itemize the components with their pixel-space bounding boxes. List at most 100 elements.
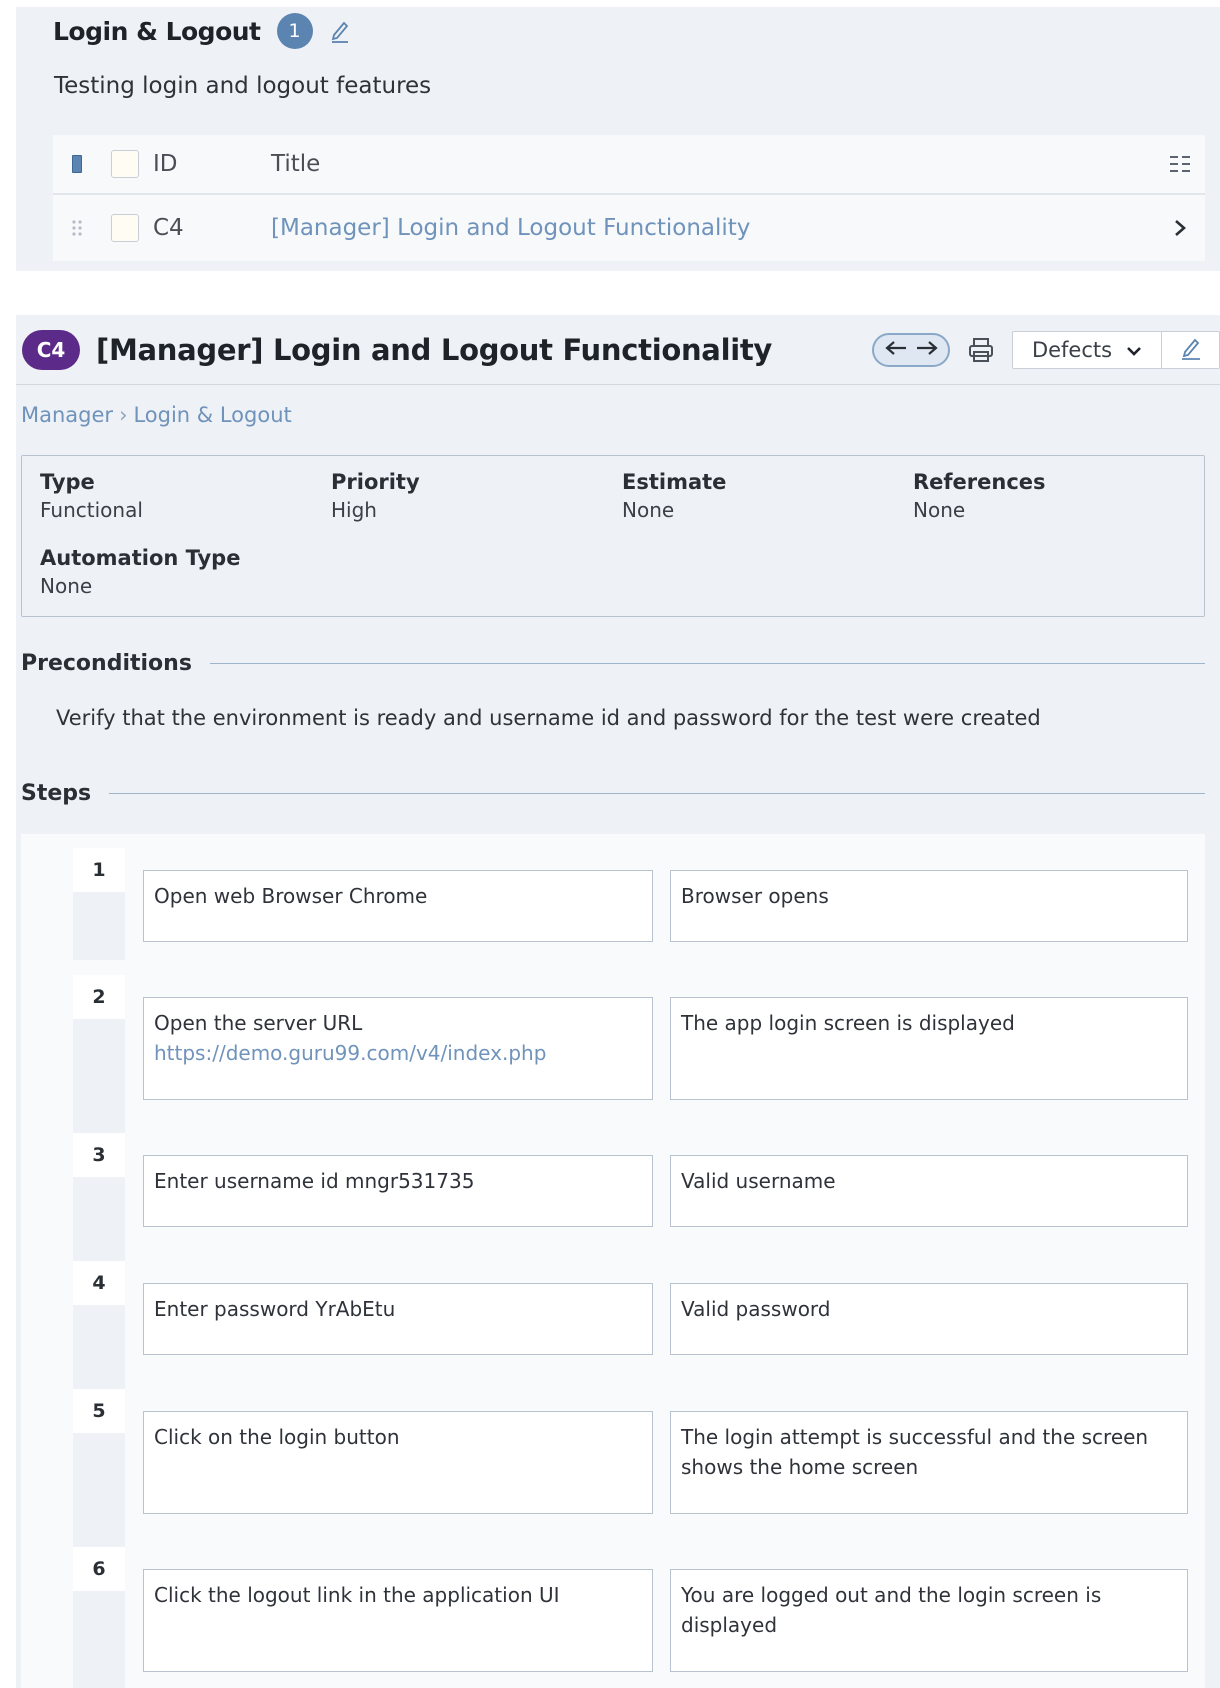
breadcrumb-item[interactable]: Manager xyxy=(21,403,113,427)
step-expected: The login attempt is successful and the … xyxy=(670,1411,1188,1514)
step-item: 6 Click the logout link in the applicati… xyxy=(73,1547,1205,1688)
row-checkbox[interactable] xyxy=(111,214,139,242)
case-detail-panel: C4 [Manager] Login and Logout Functional… xyxy=(16,315,1220,1688)
step-item: 2 Open the server URL https://demo.guru9… xyxy=(73,975,1205,1133)
field-value: High xyxy=(331,498,377,522)
breadcrumb-item[interactable]: Login & Logout xyxy=(133,403,291,427)
arrow-right-icon[interactable] xyxy=(915,339,939,361)
step-item: 3 Enter username id mngr531735 Valid use… xyxy=(73,1133,1205,1261)
case-fields: Type Functional Priority High Estimate N… xyxy=(21,455,1205,617)
step-expected-text: Valid username xyxy=(681,1169,836,1193)
print-icon[interactable] xyxy=(966,335,996,365)
step-number: 1 xyxy=(73,848,125,892)
header-actions: Defects xyxy=(872,331,1220,369)
field-label: Automation Type xyxy=(40,546,241,570)
case-id-badge: C4 xyxy=(22,329,80,370)
defects-label: Defects xyxy=(1031,338,1113,362)
step-action-text: Open web Browser Chrome xyxy=(154,884,428,908)
field-priority: Priority High xyxy=(331,470,420,522)
section-header: Login & Logout 1 xyxy=(53,11,351,51)
step-gutter xyxy=(73,1305,125,1389)
field-automation-type: Automation Type None xyxy=(40,546,240,598)
field-label: References xyxy=(913,470,1046,494)
section-description: Testing login and logout features xyxy=(54,73,432,99)
step-expected: Valid username xyxy=(670,1155,1188,1227)
step-gutter xyxy=(73,1019,125,1133)
step-gutter xyxy=(73,1177,125,1261)
step-action-text: Enter username id mngr531735 xyxy=(154,1169,475,1193)
field-estimate: Estimate None xyxy=(622,470,726,522)
step-number: 4 xyxy=(73,1261,125,1305)
divider xyxy=(109,793,1205,794)
chevron-right-icon[interactable] xyxy=(1155,218,1205,238)
breadcrumb: Manager › Login & Logout xyxy=(21,403,292,427)
step-expected-text: Valid password xyxy=(681,1297,831,1321)
step-expected: Valid password xyxy=(670,1283,1188,1355)
case-count-badge: 1 xyxy=(276,13,313,49)
step-expected-text: Browser opens xyxy=(681,884,829,908)
select-all-checkbox[interactable] xyxy=(111,150,139,178)
defects-dropdown[interactable]: Defects xyxy=(1012,331,1162,369)
table-row[interactable]: C4 [Manager] Login and Logout Functional… xyxy=(53,195,1205,261)
chevron-down-icon xyxy=(1126,338,1142,362)
step-gutter xyxy=(73,892,125,960)
field-value: None xyxy=(40,574,93,598)
row-id: C4 xyxy=(153,215,184,241)
column-settings-icon[interactable] xyxy=(1155,154,1205,174)
preconditions-label: Preconditions xyxy=(21,651,192,676)
field-label: Priority xyxy=(331,470,420,494)
field-type: Type Functional xyxy=(40,470,143,522)
step-action: Open web Browser Chrome xyxy=(143,870,653,942)
preconditions-text: Verify that the environment is ready and… xyxy=(56,706,1041,730)
step-url-link[interactable]: https://demo.guru99.com/v4/index.php xyxy=(154,1038,642,1068)
step-number: 2 xyxy=(73,975,125,1019)
step-expected-text: The app login screen is displayed xyxy=(681,1011,1015,1035)
pencil-icon[interactable] xyxy=(329,18,351,44)
section-panel: Login & Logout 1 Testing login and logou… xyxy=(16,7,1220,271)
column-header-id[interactable]: ID xyxy=(149,151,271,177)
field-value: None xyxy=(622,498,675,522)
drag-handle-icon[interactable] xyxy=(53,219,101,237)
step-number: 6 xyxy=(73,1547,125,1591)
step-item: 4 Enter password YrAbEtu Valid password xyxy=(73,1261,1205,1389)
field-references: References None xyxy=(913,470,1046,522)
field-value: Functional xyxy=(40,498,143,522)
step-expected: You are logged out and the login screen … xyxy=(670,1569,1188,1672)
step-number: 5 xyxy=(73,1389,125,1433)
step-action-text: Click the logout link in the application… xyxy=(154,1583,560,1607)
step-action: Click the logout link in the application… xyxy=(143,1569,653,1672)
row-title-link[interactable]: [Manager] Login and Logout Functionality xyxy=(271,215,1155,241)
step-action-text: Open the server URL xyxy=(154,1011,363,1035)
pencil-icon xyxy=(1180,336,1202,364)
step-expected: Browser opens xyxy=(670,870,1188,942)
divider xyxy=(209,663,1205,664)
step-item: 5 Click on the login button The login at… xyxy=(73,1389,1205,1547)
step-gutter xyxy=(73,1591,125,1688)
step-expected-text: The login attempt is successful and the … xyxy=(681,1425,1149,1479)
field-label: Estimate xyxy=(622,470,727,494)
breadcrumb-separator: › xyxy=(119,403,128,427)
arrow-left-icon[interactable] xyxy=(884,339,908,361)
steps-label: Steps xyxy=(21,781,92,806)
selection-indicator xyxy=(53,155,101,173)
field-label: Type xyxy=(40,470,95,494)
step-expected-text: You are logged out and the login screen … xyxy=(681,1583,1102,1637)
section-title: Login & Logout xyxy=(53,16,261,46)
step-item: 1 Open web Browser Chrome Browser opens xyxy=(73,848,1205,960)
column-header-title[interactable]: Title xyxy=(271,151,1155,177)
step-action: Click on the login button xyxy=(143,1411,653,1514)
case-navigation xyxy=(872,333,950,367)
step-action-text: Enter password YrAbEtu xyxy=(154,1297,396,1321)
step-expected: The app login screen is displayed xyxy=(670,997,1188,1100)
steps-list: 1 Open web Browser Chrome Browser opens … xyxy=(21,834,1205,1688)
case-table: ID Title C4 [Manager] Login and Logout F… xyxy=(53,135,1205,261)
step-gutter xyxy=(73,1433,125,1547)
steps-heading: Steps xyxy=(21,781,1205,806)
step-number: 3 xyxy=(73,1133,125,1177)
preconditions-heading: Preconditions xyxy=(21,651,1205,676)
case-header: C4 [Manager] Login and Logout Functional… xyxy=(16,315,1220,385)
table-header: ID Title xyxy=(53,135,1205,195)
step-action: Open the server URL https://demo.guru99.… xyxy=(143,997,653,1100)
step-action-text: Click on the login button xyxy=(154,1425,400,1449)
edit-case-button[interactable] xyxy=(1162,331,1220,369)
